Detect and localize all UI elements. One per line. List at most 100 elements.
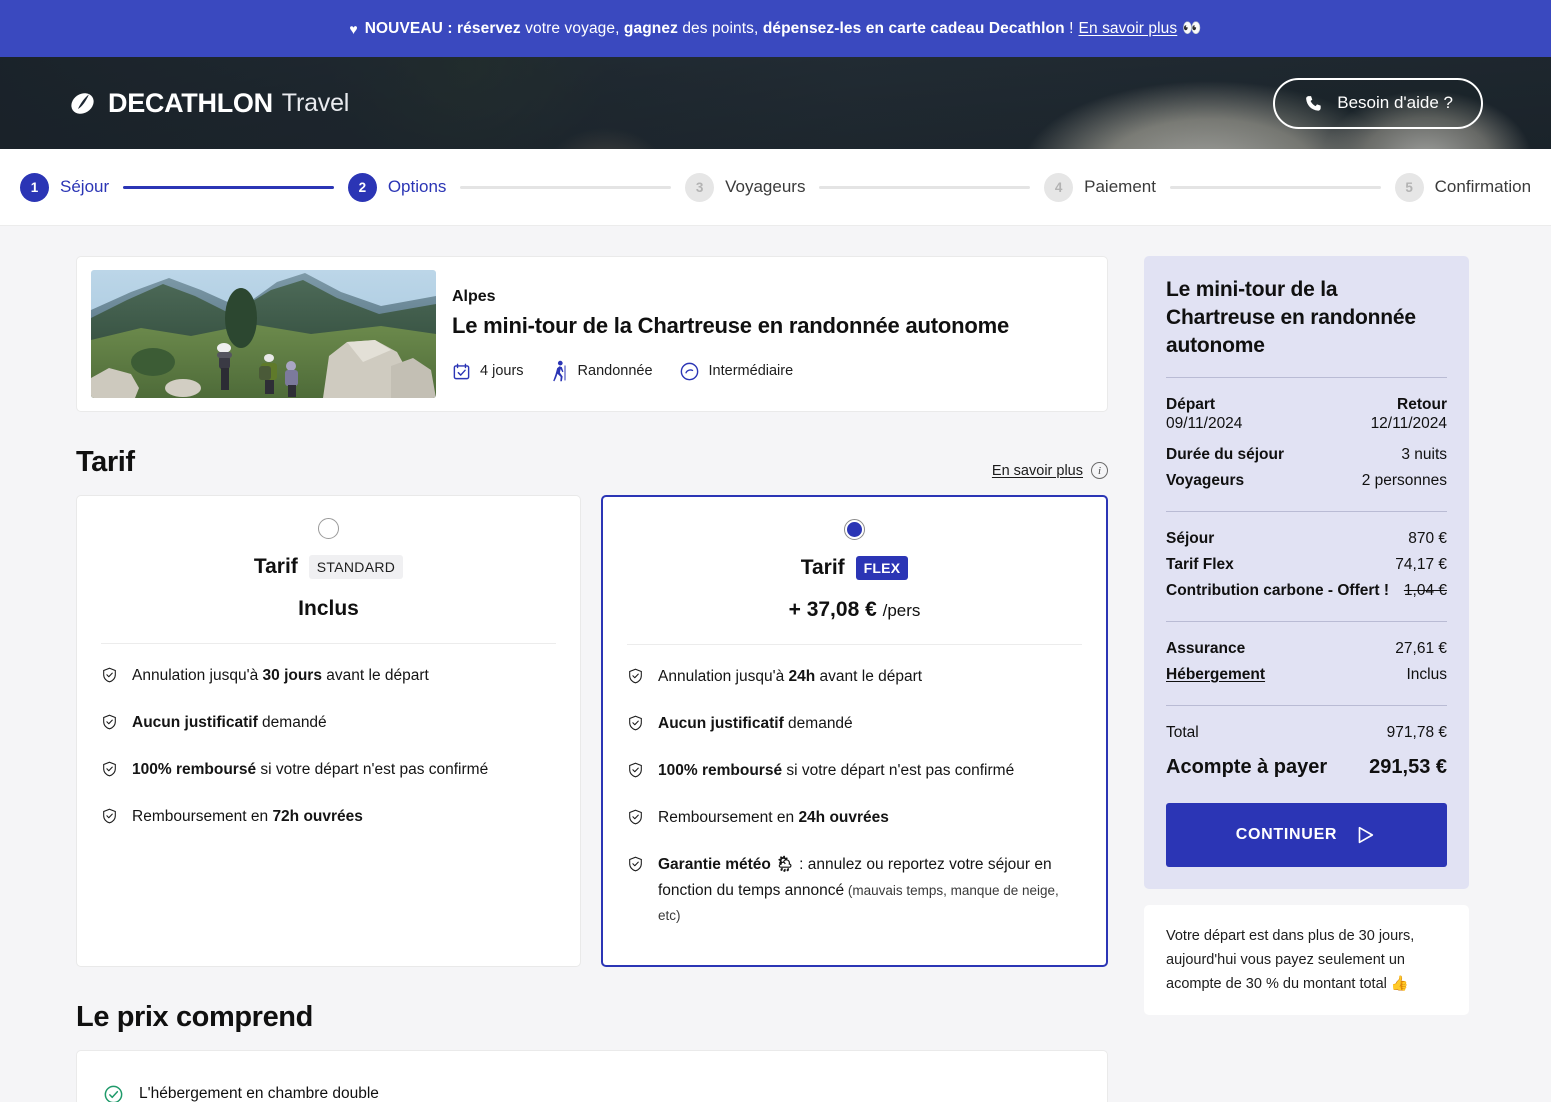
stay-value: 870 € [1408,529,1447,547]
decathlon-logo-icon [71,92,94,114]
includes-card: L'hébergement en chambre double La pensi… [76,1049,1108,1102]
trip-title: Le mini-tour de la Chartreuse en randonn… [452,313,1009,338]
step-4-label: Paiement [1084,177,1156,196]
feature-post: avant le départ [815,668,923,685]
divider [1166,376,1447,378]
include-label: L'hébergement en chambre double [139,1085,379,1102]
step-3-label: Voyageurs [725,177,806,196]
sidebar-stay-row: Séjour 870 € [1166,526,1447,552]
tarif-standard-radio[interactable] [318,518,339,539]
shield-check-icon [629,715,642,731]
step-5-confirmation[interactable]: 5 Confirmation [1394,172,1531,202]
retour-label: Retour [1397,395,1447,413]
mountain-hikers-photo [91,270,436,398]
feature-post: avant le départ [321,667,429,684]
step-1-sejour[interactable]: 1 Séjour [20,172,109,202]
step-1-number: 1 [20,172,49,202]
tarif-flex-radio[interactable] [844,519,865,540]
promo-prefix: NOUVEAU : [364,19,453,37]
gauge-icon [680,362,698,380]
promo-learn-more-link[interactable]: En savoir plus [1079,20,1178,38]
feature-pre: Remboursement en [658,809,799,827]
deposit-label: Acompte à payer [1166,755,1328,778]
page-content: Alpes Le mini-tour de la Chartreuse en r… [0,226,1551,1102]
divider [101,643,556,644]
trip-meta-list: 4 jours Randonnée Intermédiaire [452,360,1009,382]
sidebar-lodging-row: Hébergement Inclus [1166,662,1447,688]
tarif-card-standard[interactable]: Tarif STANDARD Inclus Annulation jusqu'à… [76,495,581,967]
lodging-link[interactable]: Hébergement [1166,666,1265,684]
tarif-card-flex[interactable]: Tarif FLEX + 37,08 € /pers Annulation ju… [601,495,1108,967]
step-connector-2 [460,185,672,189]
tarif-learn-more-link[interactable]: En savoir plus i [992,462,1108,479]
shield-check-icon [103,808,116,824]
phone-icon [1306,95,1321,111]
feature-item: Annulation jusqu'à 30 jours avant le dép… [101,652,556,699]
trip-region: Alpes [452,288,496,305]
site-header: DECATHLON Travel Besoin d'aide ? [0,57,1551,149]
tarif-flex-features: Annulation jusqu'à 24h avant le départ A… [627,653,1082,939]
sidebar-carbon-row: Contribution carbone - Offert ! 1,04 € [1166,578,1447,604]
retour-date: 12/11/2024 [1370,414,1447,432]
promo-part3-bold: dépensez-les en carte cadeau Decathlon [758,19,1065,37]
sidebar-travelers-row: Voyageurs 2 personnes [1166,468,1447,494]
step-connector-4 [1169,185,1381,189]
check-circle-icon [104,1085,123,1102]
deposit-note-text: Votre départ est dans plus de 30 jours, … [1166,927,1415,992]
checkout-stepper: 1 Séjour 2 Options 3 Voyageurs 4 Paiemen… [0,149,1551,226]
deposit-note-card: Votre départ est dans plus de 30 jours, … [1144,904,1469,1015]
lodging-value: Inclus [1406,665,1448,683]
continue-button[interactable]: CONTINUER [1166,802,1447,867]
brand-logo[interactable]: DECATHLON Travel [68,88,349,119]
step-4-paiement[interactable]: 4 Paiement [1044,172,1156,202]
feature-item: Annulation jusqu'à 24h avant le départ [627,653,1082,700]
total-value: 971,78 € [1386,723,1447,741]
tarif-flex-price: + 37,08 € /pers [627,598,1082,622]
shield-check-icon [103,761,116,777]
trip-meta-duration-label: 4 jours [480,363,524,379]
brand-suffix: Travel [281,88,350,117]
tarif-section-header: Tarif En savoir plus i [76,446,1108,479]
shield-check-icon [629,809,642,825]
deposit-value: 291,53 € [1369,755,1447,778]
calendar-check-icon [453,363,470,379]
feature-pre: Annulation jusqu'à [132,667,263,684]
sidebar-insurance-row: Assurance 27,61 € [1166,636,1447,662]
shield-check-icon [103,714,116,730]
info-icon: i [1091,462,1108,479]
help-button[interactable]: Besoin d'aide ? [1273,77,1483,129]
feature-bold: 72h ouvrées [272,808,363,826]
feature-bold: Aucun justificatif [132,714,258,732]
carbon-value-struck: 1,04 € [1403,581,1447,599]
tarif-flex-badge: FLEX [855,556,909,580]
feature-pre: Remboursement en [132,808,273,826]
feature-post: demandé [783,715,853,733]
step-4-number: 4 [1044,172,1074,202]
feature-item-weather-guarantee: Garantie météo 🌦 : annulez ou reportez v… [627,841,1082,938]
step-connector-1 [123,185,334,189]
tarif-standard-name: Tarif [253,555,298,578]
play-triangle-icon [1358,826,1374,843]
stay-label: Séjour [1166,529,1215,547]
tarif-flex-price-unit: /pers [882,601,921,620]
promo-part3: ! [1064,19,1074,37]
step-3-voyageurs[interactable]: 3 Voyageurs [685,172,806,202]
shield-check-icon [629,762,642,778]
hiker-icon [552,360,566,382]
duration-label: Durée du séjour [1166,445,1284,463]
feature-item: Remboursement en 24h ouvrées [627,794,1082,841]
trip-meta-duration: 4 jours [452,362,524,381]
list-item: L'hébergement en chambre double [103,1073,1081,1102]
feature-bold: Aucun justificatif [658,715,784,733]
feature-item: 100% remboursé si votre départ n'est pas… [101,746,556,793]
trip-thumbnail-image [91,270,436,398]
feature-bold: 24h ouvrées [798,809,889,827]
divider [1166,620,1447,622]
page-title-includes: Le prix comprend [76,1000,313,1033]
page-title-tarif: Tarif [76,446,135,478]
sidebar-dates-labels: Départ Retour [1166,392,1447,414]
step-2-options[interactable]: 2 Options [347,172,446,202]
shield-check-icon [629,668,642,684]
sidebar-total-row: Total 971,78 € [1166,720,1447,746]
tarif-options: Tarif STANDARD Inclus Annulation jusqu'à… [76,495,1108,967]
